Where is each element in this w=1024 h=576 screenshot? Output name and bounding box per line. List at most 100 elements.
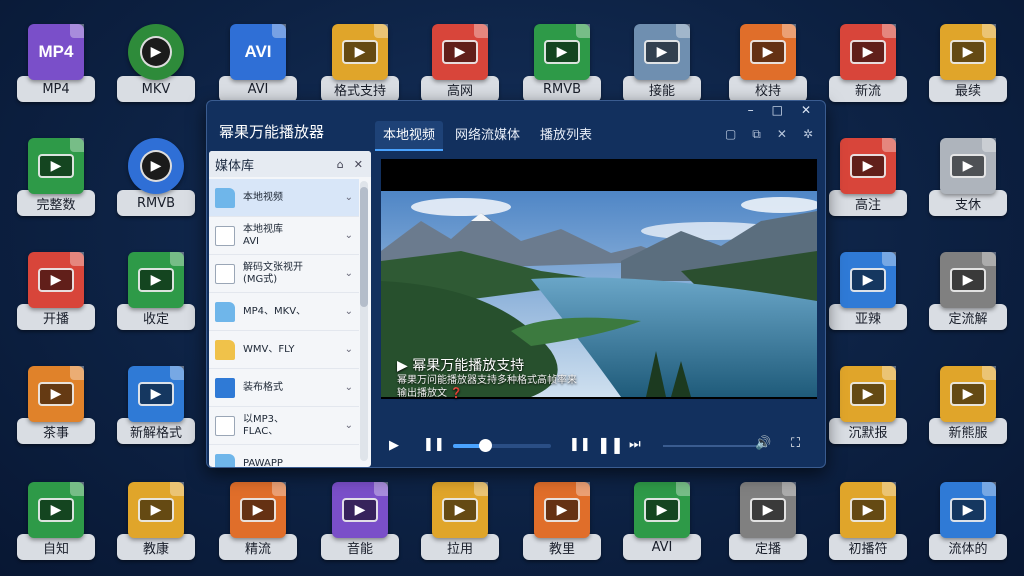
clapper-icon: ▶	[534, 482, 590, 538]
format-tile[interactable]: ▶ 校持	[728, 24, 808, 106]
next-icon[interactable]: ⏭	[629, 437, 641, 452]
clapper-icon: ▶	[840, 138, 896, 194]
tab-network-stream[interactable]: 网络流媒体	[447, 121, 528, 151]
video-file-icon: ▶	[634, 24, 690, 80]
chevron-down-icon[interactable]: ⌄	[345, 344, 353, 355]
video-file-icon: ▶	[128, 252, 184, 308]
video-viewport[interactable]: ▶ 幂果万能播放支持 幂果万问能播放器支持多种格式高帧率来 输出播放文 ❓	[381, 159, 817, 399]
format-tile[interactable]: ▶ 自知	[16, 482, 96, 564]
format-tile[interactable]: ▶ 初播符	[828, 482, 908, 564]
format-tile[interactable]: ▶ 最续	[928, 24, 1008, 106]
video-file-icon: ▶	[840, 482, 896, 538]
file-icon	[215, 225, 235, 246]
format-tile[interactable]: ▶ 茶事	[16, 366, 96, 448]
minimize-button[interactable]: –	[748, 103, 754, 117]
close-icon[interactable]: ✕	[354, 158, 363, 171]
format-tile[interactable]: ▶ 支休	[928, 138, 1008, 220]
video-file-icon: ▶	[28, 366, 84, 422]
format-tile-mkv[interactable]: ▶ MKV	[116, 24, 196, 106]
media-list-item[interactable]: 以MP3、 FLAC、 ⌄	[209, 407, 359, 445]
format-tile[interactable]: ▶ 沉默报	[828, 366, 908, 448]
format-tile[interactable]: ▶ 音能	[320, 482, 400, 564]
tab-local-video[interactable]: 本地视频	[375, 121, 444, 151]
format-tile-rmvb[interactable]: ▶ RMVB	[522, 24, 602, 106]
folder-yellow-icon	[215, 339, 235, 360]
media-list-item[interactable]: 本地视频 ⌄	[209, 179, 359, 217]
video-file-icon: ▶	[840, 24, 896, 80]
video-file-icon: ▶	[740, 482, 796, 538]
format-tile[interactable]: ▶ 高网	[420, 24, 500, 106]
format-tile[interactable]: ▶ 新熊服	[928, 366, 1008, 448]
video-file-icon: ▶	[534, 24, 590, 80]
film-strip-icon: ▶	[940, 366, 996, 422]
window-icon[interactable]: ▢	[725, 127, 736, 142]
close-icon[interactable]: ✕	[777, 127, 787, 142]
format-tile[interactable]: ▶ 高注	[828, 138, 908, 220]
format-tile[interactable]: ▶ 新解格式	[116, 366, 196, 448]
format-tile-avi[interactable]: ▶ AVI	[622, 482, 702, 564]
media-list-item[interactable]: MP4、MKV、 ⌄	[209, 293, 359, 331]
media-list-item[interactable]: 本地视库 AVI ⌄	[209, 217, 359, 255]
pause-icon[interactable]: ❚❚	[569, 437, 591, 452]
film-strip-icon: ▶	[840, 366, 896, 422]
chevron-down-icon[interactable]: ⌄	[345, 420, 353, 431]
volume-track[interactable]	[663, 445, 759, 447]
media-list-item[interactable]: 解码文张视开 (MG式) ⌄	[209, 255, 359, 293]
video-overlay-subtitle: 幂果万问能播放器支持多种格式高帧率来 输出播放文 ❓	[397, 375, 577, 399]
app-title: 幂果万能播放器	[219, 123, 325, 141]
format-tile[interactable]: ▶ 新流	[828, 24, 908, 106]
film-strip-icon: ▶	[128, 366, 184, 422]
chevron-down-icon[interactable]: ⌄	[345, 382, 353, 393]
settings-icon[interactable]: ✲	[803, 127, 813, 142]
fullscreen-icon[interactable]: ⛶	[791, 436, 800, 451]
pip-icon[interactable]: ⧉	[752, 127, 761, 142]
chevron-down-icon[interactable]: ⌄	[345, 306, 353, 317]
format-tile[interactable]: ▶ 拉用	[420, 482, 500, 564]
media-list-item[interactable]: 装布格式 ⌄	[209, 369, 359, 407]
chevron-down-icon[interactable]: ⌄	[345, 192, 353, 203]
format-tile[interactable]: ▶ 开播	[16, 252, 96, 334]
folder-icon	[215, 187, 235, 208]
media-library-header: 媒体库 ⌂ ✕	[209, 151, 371, 177]
format-tile[interactable]: ▶ 收定	[116, 252, 196, 334]
volume-icon[interactable]: 🔊	[755, 436, 771, 451]
format-tile[interactable]: ▶ 教里	[522, 482, 602, 564]
media-list-item[interactable]: WMV、FLY ⌄	[209, 331, 359, 369]
stop-icon[interactable]: ❚❚	[597, 435, 624, 454]
sidebar-scrollbar[interactable]	[360, 181, 368, 461]
pin-icon[interactable]: ⌂	[337, 158, 344, 171]
seek-handle[interactable]	[479, 439, 493, 452]
video-file-icon: ▶	[840, 252, 896, 308]
pause-icon[interactable]: ❚❚	[423, 437, 445, 452]
format-tile[interactable]: ▶ 定流解	[928, 252, 1008, 334]
format-tile[interactable]: ▶ 亚辣	[828, 252, 908, 334]
play-icon[interactable]: ▶	[389, 438, 399, 453]
format-tile[interactable]: ▶ 格式支持	[320, 24, 400, 106]
folder-icon	[215, 453, 235, 467]
format-tile-rmvb[interactable]: ▶ RMVB	[116, 138, 196, 220]
format-tile[interactable]: ▶ 接能	[622, 24, 702, 106]
format-tile-mp4[interactable]: MP4 MP4	[16, 24, 96, 106]
toolbar-icons: ▢ ⧉ ✕ ✲	[725, 127, 813, 142]
chevron-down-icon[interactable]: ⌄	[345, 268, 353, 279]
clapper-icon: ▶	[230, 482, 286, 538]
media-list-item[interactable]: PAWAPP	[209, 445, 359, 467]
seek-bar[interactable]	[453, 439, 551, 452]
file-icon	[215, 415, 235, 436]
format-tile[interactable]: ▶ 教康	[116, 482, 196, 564]
format-tile[interactable]: ▶ 流体的	[928, 482, 1008, 564]
chevron-down-icon[interactable]: ⌄	[345, 230, 353, 241]
maximize-button[interactable]: □	[772, 103, 783, 117]
video-file-icon: ▶	[28, 138, 84, 194]
clapper-icon: ▶	[740, 24, 796, 80]
format-tile-avi[interactable]: AVI AVI	[218, 24, 298, 106]
tab-playlist[interactable]: 播放列表	[532, 121, 600, 151]
player-window: 幂果万能播放器 本地视频 网络流媒体 播放列表 – □ ✕ ▢ ⧉ ✕ ✲ 媒体…	[206, 100, 826, 468]
format-tile[interactable]: ▶ 精流	[218, 482, 298, 564]
close-button[interactable]: ✕	[801, 103, 811, 117]
folder-icon	[215, 301, 235, 322]
format-tile[interactable]: ▶ 完整数	[16, 138, 96, 220]
video-file-icon: ▶	[940, 24, 996, 80]
tab-bar: 本地视频 网络流媒体 播放列表	[375, 121, 600, 151]
format-tile[interactable]: ▶ 定播	[728, 482, 808, 564]
